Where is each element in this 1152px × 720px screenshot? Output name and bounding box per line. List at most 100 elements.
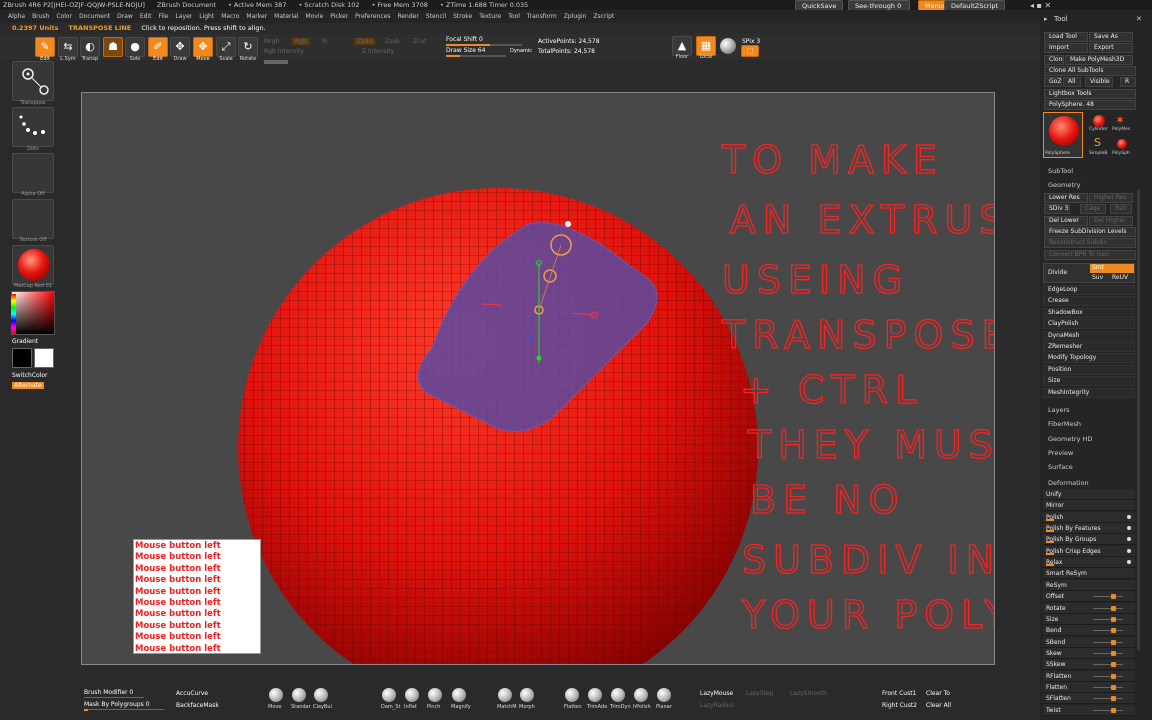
brush-trimada-icon[interactable]: [588, 688, 602, 702]
accucurve-button[interactable]: AccuCurve: [176, 690, 208, 697]
deform-slider-knob[interactable]: [1111, 605, 1116, 611]
material-button[interactable]: [12, 245, 54, 285]
geo-btn-lower-res[interactable]: Lower Res: [1044, 193, 1088, 203]
mask-by-polygroups-slider[interactable]: Mask By Polygroups 0: [84, 701, 150, 708]
section-fibermesh[interactable]: FiberMesh: [1040, 419, 1081, 430]
menu-texture[interactable]: Texture: [479, 13, 501, 20]
geo-item-crease[interactable]: Crease: [1043, 296, 1135, 307]
lsym-button[interactable]: ⇆: [58, 37, 78, 57]
geometry-section[interactable]: Geometry: [1040, 180, 1080, 191]
menu-movie[interactable]: Movie: [306, 13, 324, 20]
brush-hpolish-icon[interactable]: [634, 688, 648, 702]
brush-magnify-icon[interactable]: [452, 688, 466, 702]
deform-toggle-icon[interactable]: [1127, 548, 1131, 553]
deform-slider-knob[interactable]: [1111, 684, 1116, 690]
alternate-button[interactable]: Alternate: [12, 382, 44, 389]
local-button[interactable]: ▦: [696, 36, 716, 56]
deform-offset[interactable]: Offset: [1043, 591, 1135, 603]
lazymouse-button[interactable]: LazyMouse: [700, 690, 733, 697]
geo-item-shadowbox[interactable]: ShadowBox: [1043, 307, 1135, 318]
rgb-intensity-slider[interactable]: Rgb Intensity: [264, 48, 304, 55]
draw-size-slider[interactable]: Draw Size 64: [446, 47, 485, 54]
deform-smart-resym[interactable]: Smart ReSym: [1043, 568, 1135, 580]
polysphere-slider[interactable]: PolySphere. 48: [1044, 100, 1136, 110]
brush-pinch-icon[interactable]: [428, 688, 442, 702]
menu-preferences[interactable]: Preferences: [355, 13, 390, 20]
deform-twist[interactable]: Twist: [1043, 704, 1135, 716]
tool-btn-all[interactable]: All: [1063, 77, 1081, 88]
tool-btn-make-polymesh3d[interactable]: Make PolyMesh3D: [1065, 54, 1133, 65]
geo-item-edgeloop[interactable]: EdgeLoop: [1043, 285, 1135, 295]
polymesh-thumb-icon[interactable]: ✶: [1115, 113, 1125, 127]
deform-rotate[interactable]: Rotate: [1043, 602, 1135, 614]
geo-item-zremesher[interactable]: ZRemesher: [1043, 342, 1135, 352]
section-surface[interactable]: Surface: [1040, 462, 1073, 473]
menu-alpha[interactable]: Alpha: [8, 13, 25, 20]
brush-morph-icon[interactable]: [520, 688, 534, 702]
move-button[interactable]: ✥: [193, 37, 213, 57]
main-color-swatch[interactable]: [34, 348, 54, 368]
menu-layer[interactable]: Layer: [176, 13, 193, 20]
right-cust2-button[interactable]: Right Cust2: [882, 702, 917, 709]
zcut-button[interactable]: Zcut: [413, 38, 427, 45]
brush-matchm-icon[interactable]: [498, 688, 512, 702]
menu-picker[interactable]: Picker: [330, 13, 348, 20]
deform-mirror[interactable]: Mirror: [1043, 500, 1135, 512]
menu-brush[interactable]: Brush: [32, 13, 49, 20]
brush-dam_st-icon[interactable]: [382, 688, 396, 702]
deform-bend[interactable]: Bend: [1043, 625, 1135, 637]
deform-slider-knob[interactable]: [1111, 696, 1116, 702]
section-geometry-hd[interactable]: Geometry HD: [1040, 434, 1092, 445]
deform-slider-knob[interactable]: [1111, 662, 1116, 668]
geo-item-dynamesh[interactable]: DynaMesh: [1043, 330, 1135, 341]
m-button[interactable]: M: [322, 38, 327, 45]
persp-button[interactable]: ⬚: [741, 45, 759, 57]
section-preview[interactable]: Preview: [1040, 448, 1073, 459]
tool-btn-clone-all-subtools[interactable]: Clone All SubTools: [1044, 65, 1136, 76]
deformation-section[interactable]: Deformation: [1040, 478, 1089, 489]
geo-btn-del-lower[interactable]: Del Lower: [1044, 215, 1088, 226]
geo-btn-convert-bpr-to-geo[interactable]: Convert BPR To Geo: [1044, 249, 1136, 260]
smt-button[interactable]: Smt: [1090, 264, 1134, 273]
deform-sskew[interactable]: SSkew: [1043, 659, 1135, 671]
scale-button[interactable]: ⤢: [216, 37, 236, 57]
gradient-label[interactable]: Gradient: [12, 338, 38, 345]
floor-button[interactable]: ▲: [672, 36, 692, 56]
geo-item-size[interactable]: Size: [1043, 376, 1135, 387]
brush-standar-icon[interactable]: [292, 688, 306, 702]
menu-macro[interactable]: Macro: [221, 13, 239, 20]
deform-toggle-icon[interactable]: [1127, 560, 1131, 565]
secondary-color-swatch[interactable]: [12, 348, 32, 368]
spix-slider[interactable]: SPix 3: [742, 38, 760, 45]
close-icon[interactable]: ✕: [1136, 15, 1142, 23]
tool-btn-goz[interactable]: GoZ: [1044, 77, 1062, 88]
rotate-button[interactable]: ↻: [238, 37, 258, 57]
deform-polish-crisp-edges[interactable]: Polish Crisp Edges: [1043, 545, 1135, 557]
solo-button[interactable]: ●: [125, 37, 145, 57]
deform-rflatten[interactable]: RFlatten: [1043, 670, 1135, 682]
alpha-button[interactable]: [12, 153, 54, 193]
zsub-button[interactable]: Zsub: [385, 38, 400, 45]
deform-slider-knob[interactable]: [1111, 639, 1116, 645]
deform-size[interactable]: Size: [1043, 613, 1135, 625]
menu-transform[interactable]: Transform: [527, 13, 557, 20]
menu-draw[interactable]: Draw: [117, 13, 133, 20]
menu-file[interactable]: File: [158, 13, 168, 20]
deform-slider-knob[interactable]: [1111, 707, 1116, 713]
menu-stroke[interactable]: Stroke: [453, 13, 472, 20]
deform-toggle-icon[interactable]: [1127, 514, 1131, 519]
deform-skew[interactable]: Skew: [1043, 647, 1135, 659]
geo-item-meshintegrity[interactable]: MeshIntegrity: [1043, 387, 1135, 398]
deform-sbend[interactable]: SBend: [1043, 636, 1135, 648]
tool-btn-r[interactable]: R: [1120, 77, 1136, 88]
menu-material[interactable]: Material: [274, 13, 298, 20]
texture-button[interactable]: [12, 199, 54, 239]
deform-slider-knob[interactable]: [1111, 673, 1116, 679]
deform-toggle-icon[interactable]: [1127, 526, 1131, 531]
menu-zplugin[interactable]: Zplugin: [564, 13, 587, 20]
geo-btn-del-higher[interactable]: Del Higher: [1089, 215, 1133, 226]
window-controls-icon[interactable]: ◂ ▪ ✕: [1030, 1, 1051, 10]
clear-to-button[interactable]: Clear To: [926, 690, 950, 697]
geo-item-modify-topology[interactable]: Modify Topology: [1043, 353, 1135, 364]
reuv-button[interactable]: ReUV: [1112, 274, 1128, 281]
